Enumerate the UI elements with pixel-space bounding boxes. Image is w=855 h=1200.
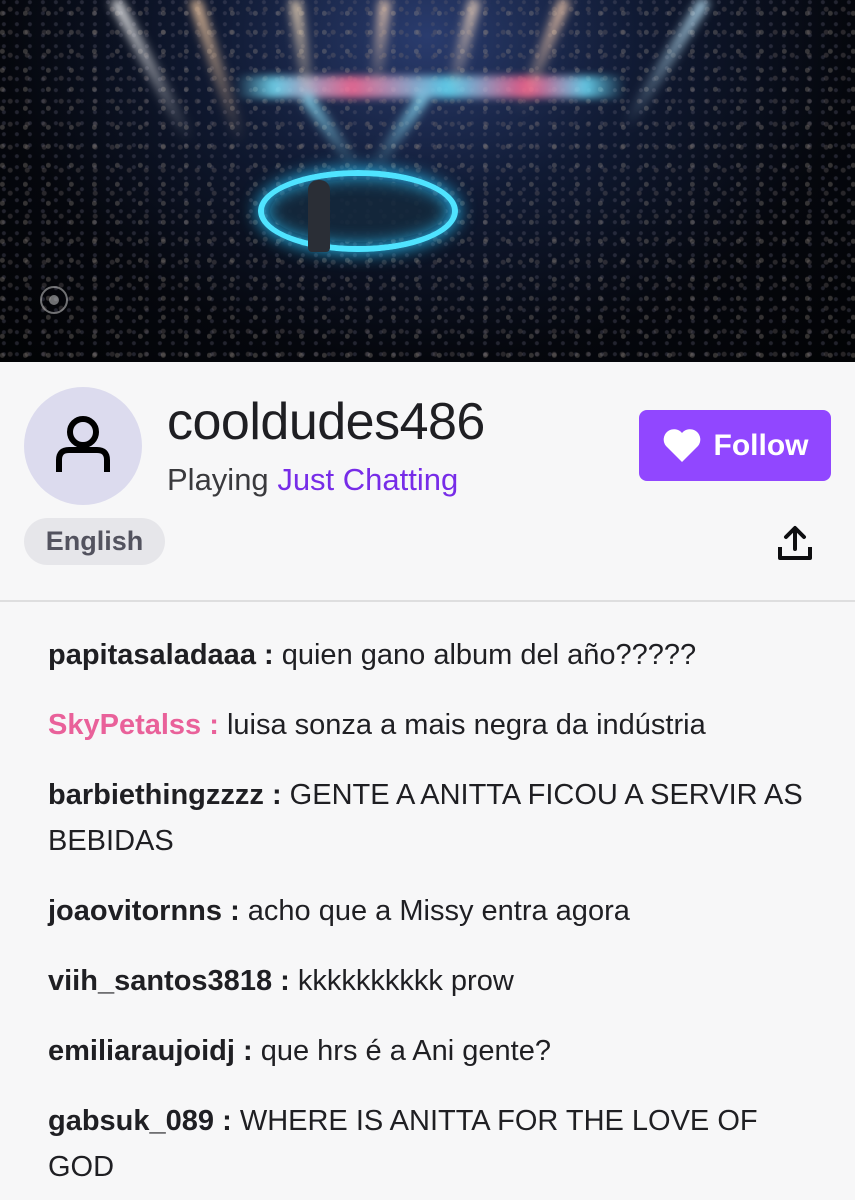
chat-message: viih_santos3818 : kkkkkkkkkk prow: [48, 965, 514, 997]
circular-stage: [258, 170, 458, 252]
chat-username[interactable]: SkyPetalss: [48, 709, 201, 741]
chat-username[interactable]: papitasaladaaa: [48, 639, 256, 671]
chat-text: luisa sonza a mais negra da indústria: [226, 709, 706, 741]
language-tag[interactable]: English: [24, 518, 165, 565]
heart-icon: [663, 428, 700, 462]
avatar[interactable]: [24, 387, 142, 505]
chat-username[interactable]: barbiethingzzzz: [48, 779, 264, 811]
chat-username[interactable]: gabsuk_089: [48, 1105, 214, 1137]
channel-name[interactable]: cooldudes486: [167, 392, 485, 452]
playing-status: Playing Just Chatting: [167, 462, 458, 498]
cbs-eye-icon: [40, 286, 68, 314]
share-upload-icon: [778, 526, 812, 560]
chat-message: SkyPetalss : luisa sonza a mais negra da…: [48, 709, 706, 741]
performer: [308, 180, 330, 252]
chat-message: emiliaraujoidj : que hrs é a Ani gente?: [48, 1035, 551, 1067]
chat-username[interactable]: emiliaraujoidj: [48, 1035, 235, 1067]
chat-username[interactable]: joaovitornns: [48, 895, 222, 927]
playing-prefix: Playing: [167, 462, 269, 497]
share-button[interactable]: [771, 519, 819, 567]
chat-text: acho que a Missy entra agora: [247, 895, 630, 927]
stage-light-bar: [235, 76, 625, 98]
chat-username[interactable]: viih_santos3818: [48, 965, 272, 997]
follow-label: Follow: [713, 428, 809, 462]
divider: [0, 600, 855, 602]
chat-message: papitasaladaaa : quien gano album del añ…: [48, 639, 697, 671]
category-link[interactable]: Just Chatting: [277, 462, 458, 497]
chat-text: quien gano album del año?????: [281, 639, 697, 671]
chat-message: barbiethingzzzz : GENTE A ANITTA FICOU A…: [48, 779, 803, 857]
chat-message: gabsuk_089 : WHERE IS ANITTA FOR THE LOV…: [48, 1105, 758, 1183]
chat-text: que hrs é a Ani gente?: [260, 1035, 551, 1067]
chat-text: kkkkkkkkkk prow: [297, 965, 514, 997]
follow-button[interactable]: Follow: [639, 410, 831, 481]
video-player[interactable]: [0, 0, 855, 362]
chat-list: papitasaladaaa : quien gano album del añ…: [48, 632, 818, 1200]
user-silhouette-icon: [56, 416, 110, 472]
chat-message: joaovitornns : acho que a Missy entra ag…: [48, 895, 630, 927]
